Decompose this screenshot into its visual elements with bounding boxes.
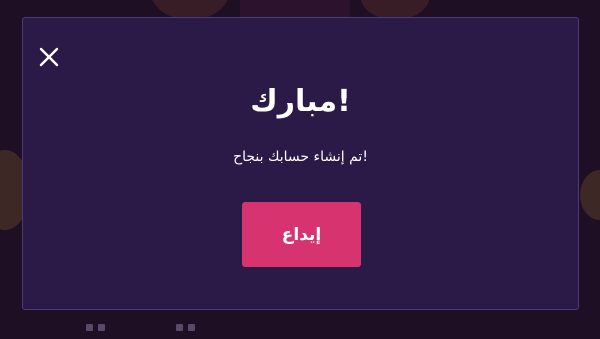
background-dots — [176, 324, 195, 331]
background-decoration — [580, 170, 600, 220]
background-dots — [86, 324, 105, 331]
success-modal: !مبارك !تم إنشاء حسابك بنجاح إيداع — [22, 17, 579, 310]
page-backdrop: !مبارك !تم إنشاء حسابك بنجاح إيداع — [0, 0, 600, 339]
modal-title: !مبارك — [250, 84, 351, 119]
modal-message: !تم إنشاء حسابك بنجاح — [233, 149, 368, 165]
deposit-button[interactable]: إيداع — [242, 202, 361, 267]
close-button[interactable] — [38, 46, 60, 68]
close-icon — [39, 47, 59, 67]
